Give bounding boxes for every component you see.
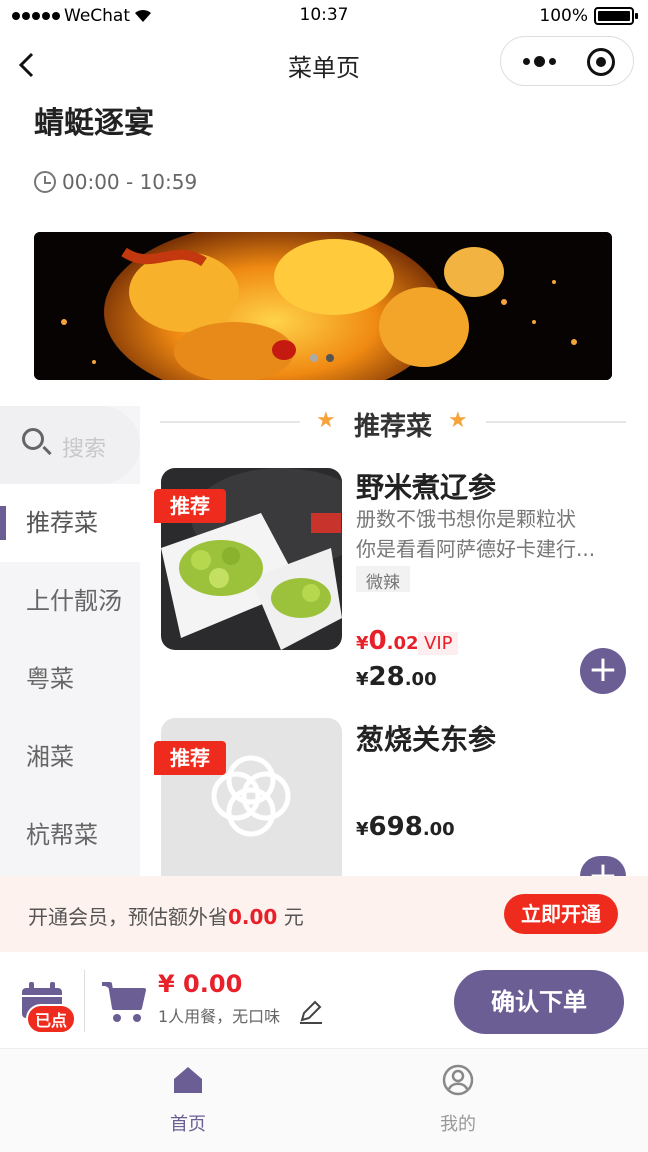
price-currency: ¥ xyxy=(356,669,369,690)
price-int: 28 xyxy=(368,662,405,692)
cart-total: ¥ 0.00 xyxy=(158,970,243,998)
food-banner-illustration xyxy=(34,232,612,380)
nav-bar: 菜单页 xyxy=(0,34,648,92)
banner-image[interactable] xyxy=(34,232,612,380)
membership-banner: 开通会员，预估额外省0.00 元 立即开通 xyxy=(0,876,648,952)
recommend-tag: 推荐 xyxy=(154,741,226,775)
vip-badge: VIP xyxy=(418,632,459,655)
cart-icon[interactable] xyxy=(100,980,146,1024)
category-sidebar: 搜索 推荐菜 上什靓汤 粤菜 湘菜 杭帮菜 xyxy=(0,406,140,876)
section-header: ★ 推荐菜 ★ xyxy=(160,404,626,442)
tab-home-label: 首页 xyxy=(170,1114,206,1135)
sidebar-item-hunan[interactable]: 湘菜 xyxy=(0,718,140,796)
dish-description: 册数不饿书想你是颗粒状 你是看看阿萨德好卡建行... xyxy=(356,504,626,564)
tab-home[interactable]: 首页 xyxy=(118,1063,258,1136)
battery-icon xyxy=(594,7,638,25)
tab-bar: 首页 我的 xyxy=(0,1048,648,1152)
add-to-cart-button[interactable]: + xyxy=(580,856,626,876)
close-target-icon[interactable] xyxy=(587,48,615,76)
vip-currency: ¥ xyxy=(356,633,369,654)
edit-icon[interactable] xyxy=(298,998,324,1024)
sidebar-item-hangzhou[interactable]: 杭帮菜 xyxy=(0,796,140,874)
hours-text: 00:00 - 10:59 xyxy=(62,170,198,194)
membership-text-before: 开通会员，预估额外省 xyxy=(28,905,228,929)
price-dec: .00 xyxy=(404,669,437,690)
search-icon xyxy=(22,428,44,450)
status-bar: WeChat 10:37 100% xyxy=(0,0,648,32)
shop-name: 蜻蜓逐宴 xyxy=(34,106,154,141)
cart-divider xyxy=(84,970,85,1032)
mini-program-capsule xyxy=(500,36,634,86)
membership-amount: 0.00 xyxy=(228,905,278,929)
open-membership-button[interactable]: 立即开通 xyxy=(504,894,618,934)
diners-info: 1人用餐，无口味 xyxy=(158,1007,281,1026)
price-currency: ¥ xyxy=(356,819,369,840)
capsule-divider xyxy=(568,49,569,73)
dish-price: ¥28.00 xyxy=(356,662,437,692)
home-icon xyxy=(174,1067,202,1093)
vip-price-dec: .02 xyxy=(386,633,419,654)
dish-name[interactable]: 野米煮辽参 xyxy=(356,466,496,506)
price-int: 698 xyxy=(368,812,423,842)
taste-tag: 微辣 xyxy=(356,566,410,593)
more-icon[interactable] xyxy=(517,47,561,75)
user-icon xyxy=(442,1064,474,1096)
star-icon: ★ xyxy=(448,408,468,433)
ordered-badge: 已点 xyxy=(26,1004,76,1034)
tab-mine[interactable]: 我的 xyxy=(388,1063,528,1136)
add-to-cart-button[interactable]: + xyxy=(580,648,626,694)
dish-description-line: 册数不饿书想你是颗粒状 xyxy=(356,507,576,531)
search-box[interactable]: 搜索 xyxy=(0,406,140,484)
clock-icon xyxy=(34,171,56,193)
section-title: 推荐菜 xyxy=(353,412,432,442)
membership-text: 开通会员，预估额外省0.00 元 xyxy=(28,901,304,930)
tab-mine-label: 我的 xyxy=(440,1114,476,1135)
sidebar-item-soup[interactable]: 上什靓汤 xyxy=(0,562,140,640)
membership-text-after: 元 xyxy=(277,905,304,929)
battery-label: 100% xyxy=(539,6,588,26)
search-placeholder: 搜索 xyxy=(62,437,107,462)
price-dec: .00 xyxy=(422,819,455,840)
sidebar-item-cantonese[interactable]: 粤菜 xyxy=(0,640,140,718)
sidebar-item-recommended[interactable]: 推荐菜 xyxy=(0,484,140,562)
business-hours: 00:00 - 10:59 xyxy=(34,170,197,194)
recommend-tag: 推荐 xyxy=(154,489,226,523)
confirm-order-button[interactable]: 确认下单 xyxy=(454,970,624,1034)
status-right: 100% xyxy=(539,6,638,26)
dish-name[interactable]: 葱烧关东参 xyxy=(356,718,496,758)
vip-price-int: 0 xyxy=(368,626,387,656)
vip-price: ¥0.02 xyxy=(356,626,419,656)
dish-price: ¥698.00 xyxy=(356,812,455,842)
dish-description-line: 你是看看阿萨德好卡建行... xyxy=(356,537,596,561)
